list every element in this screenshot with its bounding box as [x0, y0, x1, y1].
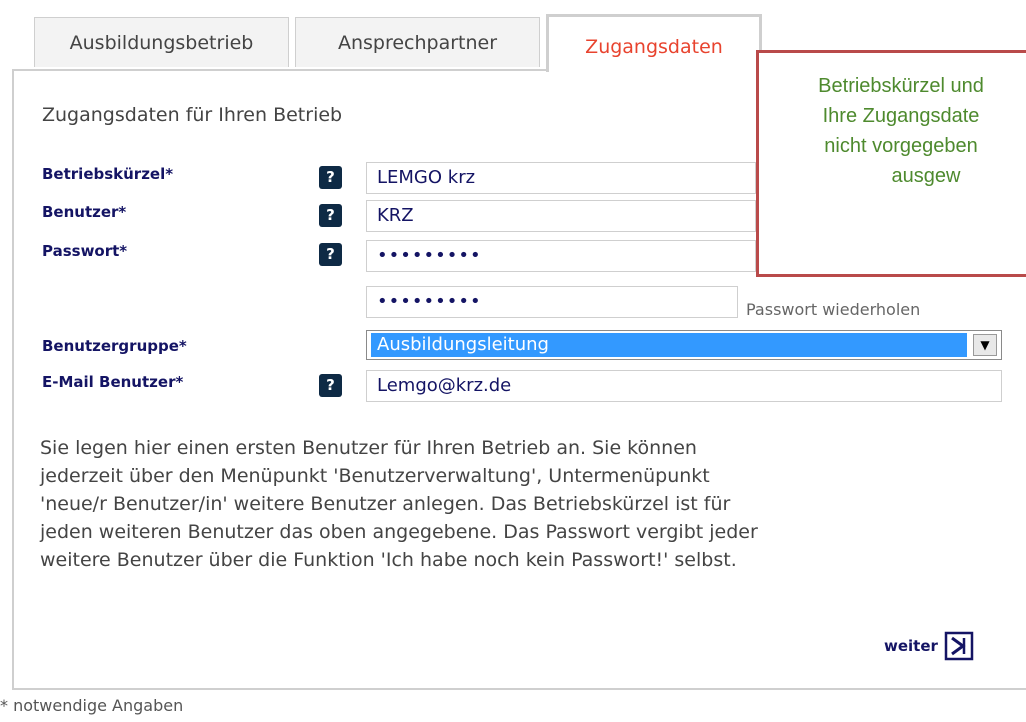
- select-value: Ausbildungsleitung: [371, 333, 967, 357]
- help-icon[interactable]: ?: [319, 374, 342, 397]
- info-callout: Betriebskürzel und Ihre Zugangsdate nich…: [756, 50, 1026, 277]
- passwort-input[interactable]: •••••••••: [366, 240, 756, 272]
- description-line: weitere Benutzer über die Funktion 'Ich …: [40, 549, 737, 571]
- description-line: jeden weiteren Benutzer das oben angegeb…: [40, 521, 758, 543]
- passwort-label: Passwort*: [42, 242, 128, 260]
- next-button[interactable]: weiter: [884, 630, 974, 662]
- arrow-right-icon: [944, 631, 974, 661]
- email-input[interactable]: Lemgo@krz.de: [366, 370, 1002, 402]
- required-footnote: * notwendige Angaben: [0, 696, 184, 715]
- help-icon[interactable]: ?: [319, 243, 342, 266]
- help-icon[interactable]: ?: [319, 166, 342, 189]
- email-label: E-Mail Benutzer*: [42, 373, 184, 391]
- tab-ausbildungsbetrieb[interactable]: Ausbildungsbetrieb: [34, 17, 289, 67]
- benutzergruppe-select[interactable]: Ausbildungsleitung ▼: [366, 330, 1002, 360]
- description-line: 'neue/r Benutzer/in' weitere Benutzer an…: [40, 493, 731, 515]
- passwort-repeat-hint: Passwort wiederholen: [746, 300, 921, 319]
- benutzer-label: Benutzer*: [42, 203, 127, 221]
- benutzer-input[interactable]: KRZ: [366, 200, 756, 232]
- tab-zugangsdaten[interactable]: Zugangsdaten: [546, 14, 762, 72]
- callout-line: ausgew: [891, 165, 961, 187]
- callout-line: Ihre Zugangsdate: [822, 105, 980, 127]
- kuerzel-label: Betriebskürzel*: [42, 165, 174, 183]
- passwort-repeat-input[interactable]: •••••••••: [366, 286, 738, 318]
- description-text: Sie legen hier einen ersten Benutzer für…: [40, 434, 1010, 574]
- tab-label: Ausbildungsbetrieb: [69, 32, 254, 54]
- tab-label: Ansprechpartner: [337, 32, 498, 54]
- next-label: weiter: [884, 637, 938, 655]
- description-line: Sie legen hier einen ersten Benutzer für…: [40, 437, 697, 459]
- callout-line: Betriebskürzel und: [818, 75, 984, 97]
- help-icon[interactable]: ?: [319, 204, 342, 227]
- section-title: Zugangsdaten für Ihren Betrieb: [42, 104, 343, 126]
- callout-line: nicht vorgegeben: [824, 135, 978, 157]
- gruppe-label: Benutzergruppe*: [42, 337, 187, 355]
- description-line: jederzeit über den Menüpunkt 'Benutzerve…: [40, 465, 710, 487]
- chevron-down-icon[interactable]: ▼: [973, 334, 997, 356]
- kuerzel-input[interactable]: LEMGO krz: [366, 162, 756, 194]
- tab-ansprechpartner[interactable]: Ansprechpartner: [295, 17, 540, 67]
- tab-label: Zugangsdaten: [585, 36, 723, 58]
